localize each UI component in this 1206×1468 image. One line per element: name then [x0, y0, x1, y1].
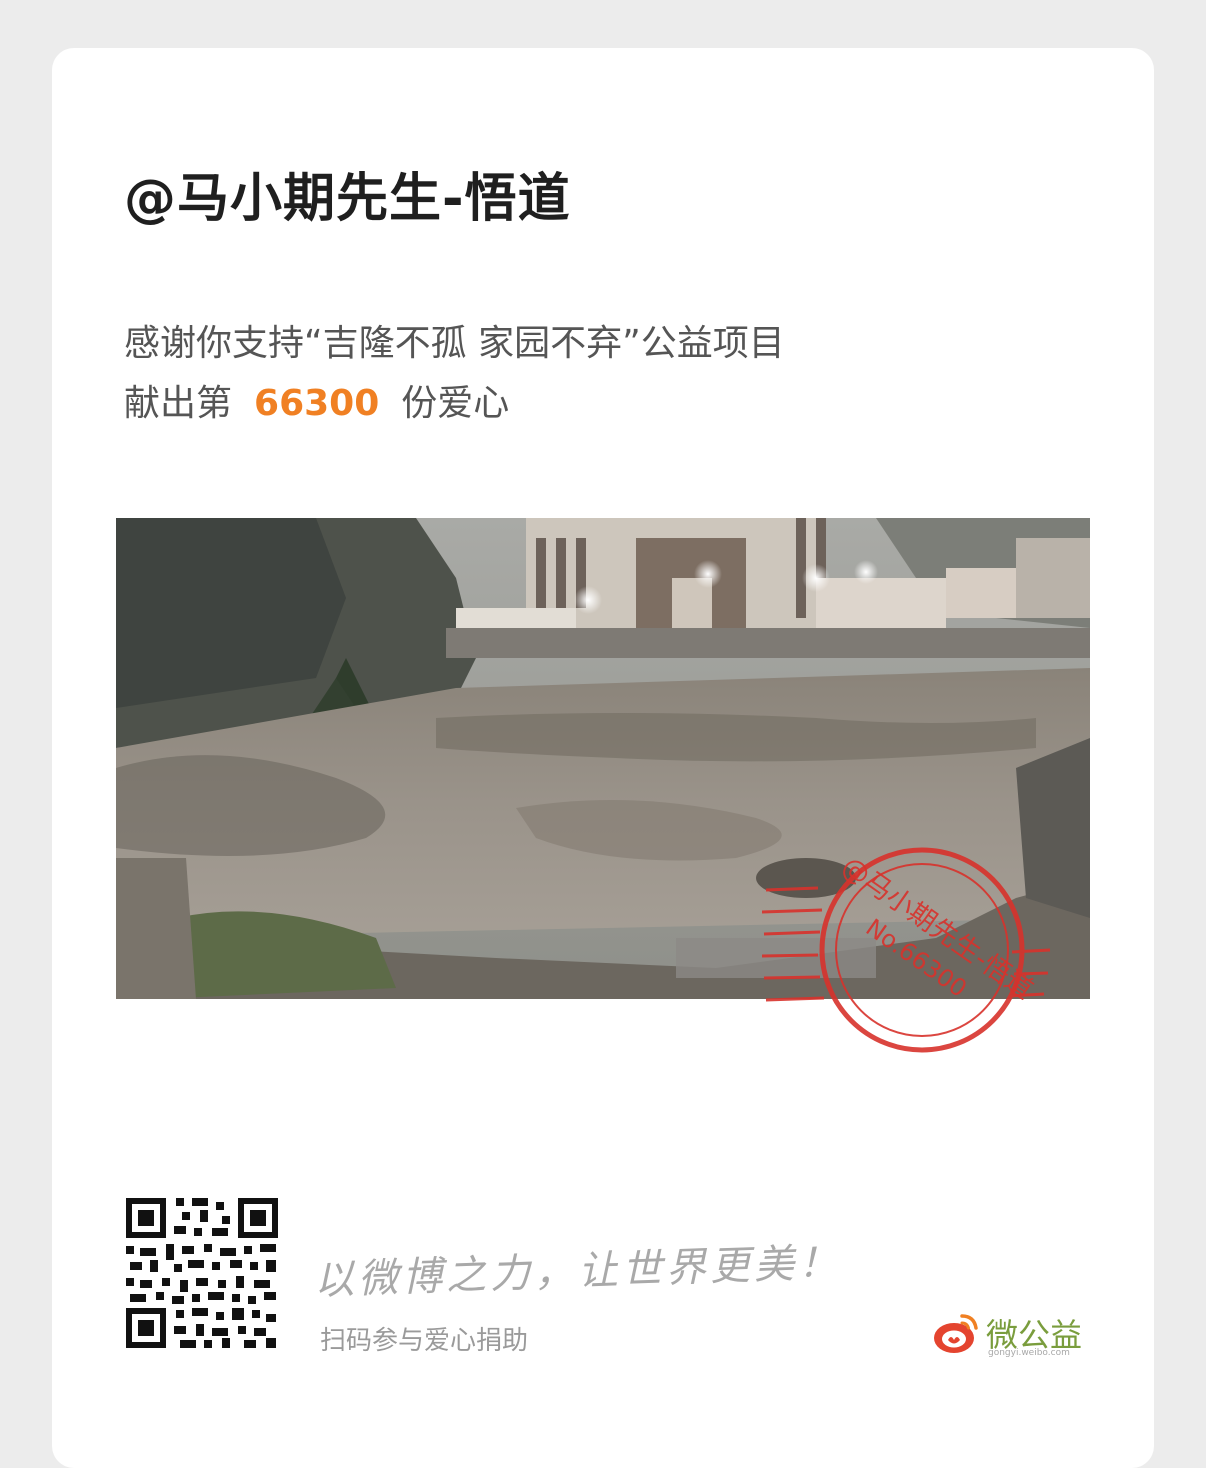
- donation-suffix: 份爱心: [401, 383, 510, 424]
- slogan-text: 以微博之力，让世界更美！: [313, 1239, 843, 1304]
- donation-prefix: 献出第: [124, 383, 233, 424]
- qr-code-icon: [126, 1198, 278, 1348]
- qr-code[interactable]: [126, 1198, 278, 1348]
- brand-url: gongyi.weibo.com: [988, 1348, 1070, 1358]
- weibo-eye-icon: [934, 1314, 978, 1353]
- donation-count-line: 献出第 66300 份爱心: [124, 374, 509, 426]
- donor-username: @马小期先生-悟道: [124, 169, 571, 229]
- donation-number: 66300: [254, 383, 380, 424]
- weibo-gongyi-logo: 微公益 gongyi.weibo.com: [932, 1310, 1092, 1358]
- stamp-seal-icon: @马小期先生-悟道 No.66300: [761, 847, 1051, 1053]
- donation-stamp: @马小期先生-悟道 No.66300: [761, 832, 1052, 1092]
- scan-instruction: 扫码参与爱心捐助: [320, 1326, 529, 1356]
- thanks-text: 感谢你支持“吉隆不孤 家园不弃”公益项目: [124, 323, 785, 364]
- donation-certificate-card: @马小期先生-悟道 感谢你支持“吉隆不孤 家园不弃”公益项目 献出第 66300 份…: [52, 48, 1154, 1468]
